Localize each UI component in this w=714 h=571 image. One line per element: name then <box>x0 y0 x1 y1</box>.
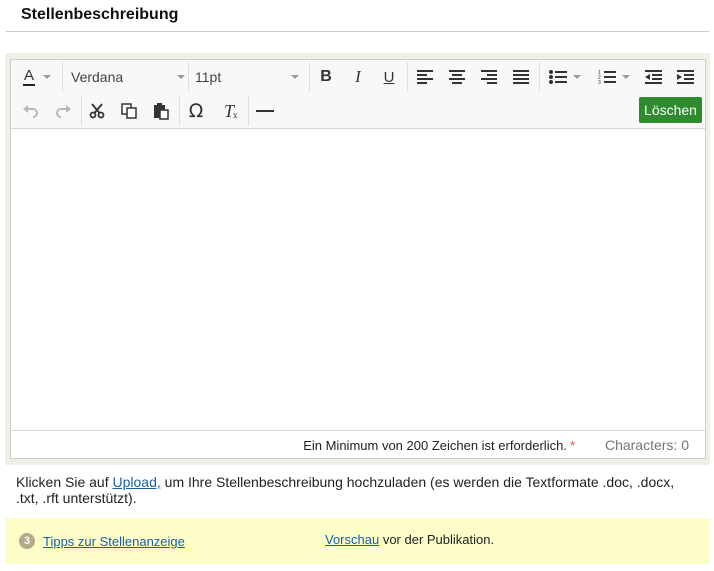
upload-link[interactable]: Upload, <box>113 474 161 490</box>
step-badge: 3 <box>19 533 35 549</box>
chevron-down-icon <box>622 75 630 79</box>
bold-icon: B <box>320 68 332 85</box>
editor-toolbar: A Verdana 11pt B I U 1 2 3 Ω T x Löschen <box>11 60 705 129</box>
special-char-icon: Ω <box>188 100 204 122</box>
numbered-list-dropdown[interactable]: 123 <box>592 62 636 92</box>
align-left-button[interactable] <box>413 62 437 92</box>
required-mark: * <box>569 438 575 453</box>
title-divider <box>6 31 709 32</box>
special-char-button[interactable]: Ω <box>183 96 209 126</box>
chevron-down-icon <box>177 75 185 79</box>
preview-suffix-text: vor der Publikation. <box>379 532 495 547</box>
bold-button[interactable]: B <box>314 62 338 92</box>
indent-button[interactable] <box>673 62 697 92</box>
preview-line: Vorschau vor der Publikation. <box>325 532 494 547</box>
clear-format-button[interactable]: Tx <box>216 96 242 126</box>
horizontal-rule-button[interactable] <box>252 96 278 126</box>
numbered-list-icon: 123 <box>598 70 616 85</box>
align-center-button[interactable] <box>445 62 469 92</box>
font-size-value: 11pt <box>195 69 222 85</box>
horizontal-rule-icon <box>256 110 274 112</box>
copy-icon <box>121 103 137 119</box>
paste-icon <box>154 102 169 120</box>
text-color-dropdown[interactable]: A <box>15 62 59 92</box>
bullet-list-dropdown[interactable] <box>543 62 587 92</box>
delete-button[interactable]: Löschen <box>639 97 702 123</box>
redo-button[interactable] <box>51 96 75 126</box>
character-count: Characters: 0 <box>604 437 689 453</box>
align-justify-button[interactable] <box>509 62 533 92</box>
font-family-select[interactable]: Verdana <box>71 62 185 92</box>
align-right-button[interactable] <box>477 62 501 92</box>
align-left-icon <box>417 70 433 84</box>
italic-button[interactable]: I <box>346 62 370 92</box>
undo-icon <box>23 105 38 118</box>
upload-instructions: Klicken Sie auf Upload, um Ihre Stellenb… <box>16 474 696 506</box>
rich-text-editor: A Verdana 11pt B I U 1 2 3 Ω T x Löschen… <box>10 59 706 459</box>
outdent-icon <box>644 70 662 84</box>
section-title: Stellenbeschreibung <box>21 6 179 23</box>
outdent-button[interactable] <box>641 62 665 92</box>
align-justify-icon <box>513 70 529 84</box>
font-size-select[interactable]: 11pt <box>195 62 299 92</box>
minimum-chars-text: Ein Minimum von 200 Zeichen ist erforder… <box>303 438 567 453</box>
copy-button[interactable] <box>117 96 141 126</box>
cut-icon <box>89 103 105 119</box>
redo-icon <box>56 105 71 118</box>
undo-button[interactable] <box>19 96 43 126</box>
editor-content-area[interactable] <box>11 129 705 430</box>
preview-link[interactable]: Vorschau <box>325 532 379 547</box>
svg-text:3: 3 <box>598 80 601 85</box>
text-color-icon: A <box>23 66 35 86</box>
tips-bar: 3 Tipps zur Stellenanzeige Vorschau vor … <box>5 518 710 564</box>
align-center-icon <box>449 70 465 84</box>
underline-button[interactable]: U <box>377 62 401 92</box>
chevron-down-icon <box>43 75 51 79</box>
editor-statusbar: Ein Minimum von 200 Zeichen ist erforder… <box>11 430 705 458</box>
bullet-list-icon <box>549 70 567 84</box>
minimum-chars-note: Ein Minimum von 200 Zeichen ist erforder… <box>303 438 575 453</box>
align-right-icon <box>481 70 497 84</box>
chevron-down-icon <box>291 75 299 79</box>
indent-icon <box>676 70 694 84</box>
upload-prefix-text: Klicken Sie auf <box>16 474 113 490</box>
clear-format-icon: Tx <box>223 100 238 121</box>
chevron-down-icon <box>573 75 581 79</box>
font-family-value: Verdana <box>71 69 124 85</box>
tips-link[interactable]: Tipps zur Stellenanzeige <box>43 534 185 549</box>
paste-button[interactable] <box>149 96 173 126</box>
italic-icon: I <box>355 67 361 86</box>
cut-button[interactable] <box>85 96 109 126</box>
underline-icon: U <box>383 68 395 86</box>
